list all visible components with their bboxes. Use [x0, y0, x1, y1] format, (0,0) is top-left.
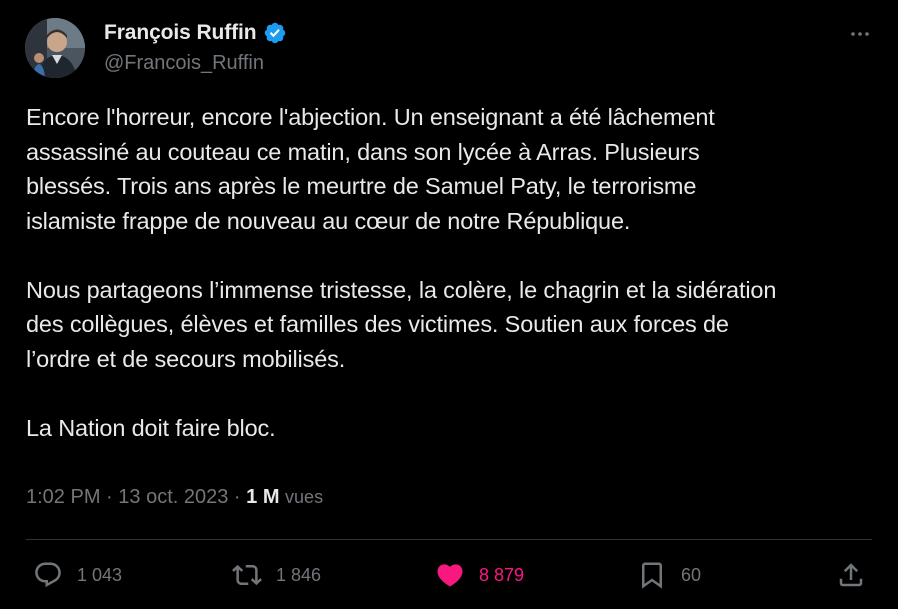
bookmark-icon: [642, 562, 662, 589]
share-button[interactable]: [836, 558, 866, 592]
bookmark-button[interactable]: 60: [637, 558, 701, 592]
avatar[interactable]: [25, 18, 85, 78]
tweet-text: Encore l'horreur, encore l'abjection. Un…: [26, 100, 886, 445]
action-bar: 1 043 1 846 8 879 60: [0, 558, 898, 592]
tweet-line: Nous partageons l’immense tristesse, la …: [26, 276, 777, 303]
tweet-line: La Nation doit faire bloc.: [26, 414, 276, 441]
more-options-button[interactable]: [846, 20, 874, 48]
share-icon: [839, 563, 863, 587]
tweet-line: blessés. Trois ans après le meurtre de S…: [26, 173, 697, 199]
tweet-line: des collègues, élèves et familles des vi…: [26, 311, 729, 337]
views-label: vues: [285, 487, 324, 507]
views-count: 1 M: [246, 486, 280, 508]
like-button[interactable]: 8 879: [435, 558, 524, 592]
author-display-name[interactable]: François Ruffin: [104, 21, 257, 45]
more-icon: [851, 32, 869, 36]
bookmark-count: 60: [681, 564, 702, 585]
tweet-time[interactable]: 1:02 PM: [26, 486, 100, 508]
meta-separator: ·: [228, 486, 247, 508]
author-name-row: François Ruffin: [104, 19, 287, 47]
heart-icon: [437, 564, 463, 587]
tweet-line: islamiste frappe de nouveau au cœur de n…: [26, 207, 631, 234]
reply-icon: [35, 562, 61, 588]
repost-icon: [232, 564, 262, 586]
tweet-meta: 1:02 PM · 13 oct. 2023 · 1 M vues: [26, 486, 323, 509]
tweet-line: l’ordre et de secours mobilisés.: [26, 345, 346, 372]
like-count: 8 879: [479, 564, 525, 585]
repost-button[interactable]: 1 846: [232, 558, 321, 592]
tweet-line: Encore l'horreur, encore l'abjection. Un…: [26, 104, 715, 130]
tweet-date[interactable]: 13 oct. 2023: [118, 486, 228, 508]
divider: [26, 539, 872, 540]
author-handle[interactable]: @Francois_Ruffin: [104, 52, 264, 75]
reply-count: 1 043: [77, 564, 123, 585]
verified-badge-icon[interactable]: [263, 21, 287, 45]
repost-count: 1 846: [276, 564, 322, 585]
tweet-line: assassiné au couteau ce matin, dans son …: [26, 138, 700, 165]
meta-separator: ·: [100, 486, 119, 508]
reply-button[interactable]: 1 043: [33, 558, 122, 592]
